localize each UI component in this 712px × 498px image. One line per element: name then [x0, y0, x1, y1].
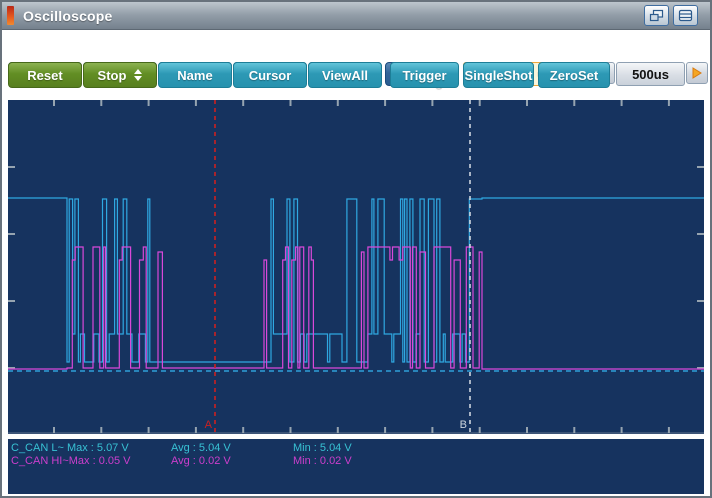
run-stop-button[interactable]: Stop	[83, 62, 157, 88]
measurement-row-c-can-l: C_CAN L~ Max : 5.07 V Avg : 5.04 V Min : 5…	[8, 442, 704, 455]
window-title: Oscilloscope	[23, 7, 113, 24]
toolbar-area: SensorTheme2Ch/4ChAUXReviewUser Setting …	[2, 30, 710, 100]
titlebar-accent	[7, 6, 14, 25]
oscilloscope-window: Oscilloscope SensorTheme2Ch/4ChAUXReview…	[0, 0, 712, 498]
timebase-control: 500us	[593, 62, 708, 86]
toolbar-button-name[interactable]: Name	[158, 62, 232, 88]
run-stop-spinner-icon	[134, 69, 143, 81]
measurement-cell: Min : 0.02 V	[293, 455, 352, 467]
toolbar-button-viewall[interactable]: ViewAll	[308, 62, 382, 88]
measurement-cell: Min : 5.04 V	[293, 442, 352, 454]
toolbar-button-singleshot[interactable]: SingleShot	[463, 62, 534, 88]
svg-text:B: B	[460, 419, 467, 431]
resize-window-button[interactable]	[644, 5, 669, 26]
scope-display[interactable]: AB	[8, 100, 704, 434]
window-buttons	[644, 5, 698, 26]
waveform-plot: AB	[8, 100, 704, 434]
svg-text:A: A	[205, 419, 213, 431]
panel-layout-button[interactable]	[673, 5, 698, 26]
panel-layout-icon	[678, 9, 693, 22]
run-stop-label: Stop	[97, 67, 127, 83]
toolbar-button-cursor[interactable]: Cursor	[233, 62, 307, 88]
titlebar: Oscilloscope	[2, 2, 710, 30]
measurement-cell: Avg : 5.04 V	[171, 442, 231, 454]
resize-window-icon	[649, 9, 664, 22]
measurement-row-c-can-hi: C_CAN HI~Max : 0.05 V Avg : 0.02 V Min : 0…	[8, 455, 704, 468]
timebase-increase-button[interactable]	[686, 62, 708, 84]
measurement-panel: C_CAN L~ Max : 5.07 V Avg : 5.04 V Min : 5…	[8, 439, 704, 494]
measurement-cell: C_CAN L~ Max : 5.07 V	[11, 442, 129, 454]
measurement-cell: C_CAN HI~Max : 0.05 V	[11, 455, 131, 467]
reset-button[interactable]: Reset	[8, 62, 82, 88]
right-step-icon	[692, 67, 702, 79]
toolbar-button-zeroset[interactable]: ZeroSet	[538, 62, 610, 88]
measurement-cell: Avg : 0.02 V	[171, 455, 231, 467]
toolbar-button-trigger[interactable]: Trigger	[390, 62, 459, 88]
timebase-value[interactable]: 500us	[616, 62, 685, 86]
